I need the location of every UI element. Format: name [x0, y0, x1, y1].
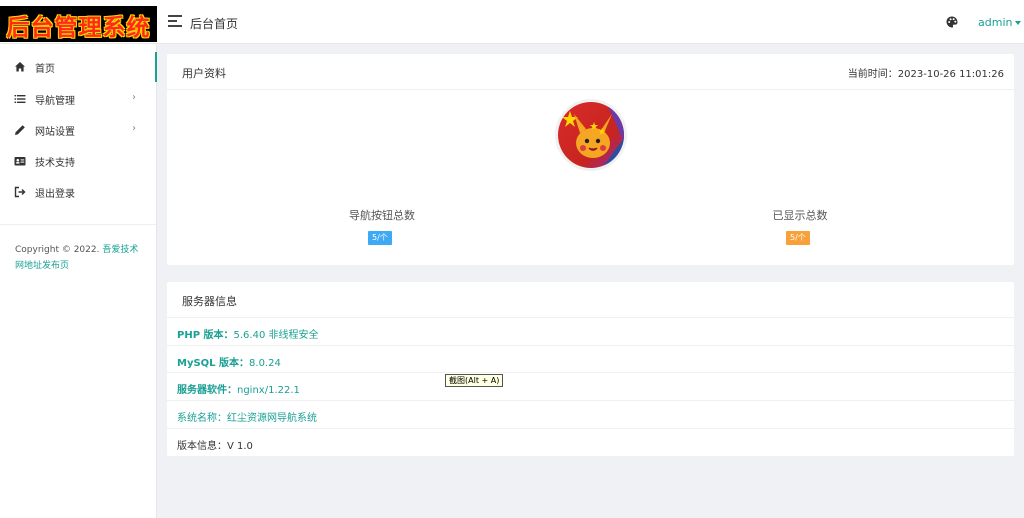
sidebar-item-site-settings[interactable]: 网站设置 › [0, 115, 157, 145]
sidebar-item-label: 网站设置 [35, 127, 75, 138]
info-text: 版本信息：V 1.0 [177, 437, 253, 452]
card-header: 用户资料 当前时间：2023-10-26 11:01:26 [167, 54, 1014, 90]
menu-toggle-icon[interactable] [168, 15, 182, 27]
sidebar-item-logout[interactable]: 退出登录 [0, 177, 157, 207]
card-header: 服务器信息 [167, 282, 1014, 318]
home-icon [15, 62, 25, 72]
top-bar: 后台管理系统 后台首页 admin [0, 0, 1024, 44]
server-info-card: 服务器信息 PHP 版本：5.6.40 非线程安全 MySQL 版本：8.0.2… [167, 282, 1014, 456]
info-value: 5.6.40 非线程安全 [233, 330, 319, 341]
logo[interactable]: 后台管理系统 [0, 6, 157, 42]
list-icon [14, 95, 26, 103]
user-profile-card: 用户资料 当前时间：2023-10-26 11:01:26 导航按钮总数 5/个… [167, 54, 1014, 265]
info-row-mysql: MySQL 版本：8.0.24 [167, 345, 1014, 373]
sidebar-divider [0, 224, 156, 225]
sidebar-item-home[interactable]: 首页 [0, 52, 157, 82]
pencil-icon [15, 125, 25, 135]
sidebar-item-label: 首页 [35, 64, 55, 75]
stat-displayed-title: 已显示总数 [772, 209, 828, 222]
sidebar-item-label: 退出登录 [35, 189, 75, 200]
chevron-right-icon: › [132, 123, 136, 134]
palette-icon[interactable] [946, 16, 958, 28]
info-text: PHP 版本：5.6.40 非线程安全 [177, 326, 319, 341]
id-card-icon [14, 157, 26, 166]
info-row-server-software: 服务器软件：nginx/1.22.1 [167, 372, 1014, 400]
avatar [555, 99, 627, 171]
info-label: 系统名称： [177, 413, 227, 424]
info-value: nginx/1.22.1 [237, 385, 300, 396]
stat-nav-buttons-badge: 5/个 [368, 231, 392, 245]
logo-text: 后台管理系统 [6, 15, 151, 41]
sidebar-item-label: 技术支持 [35, 158, 75, 169]
current-time: 当前时间：2023-10-26 11:01:26 [847, 69, 1004, 80]
info-label: 版本信息： [177, 441, 227, 452]
copyright: Copyright © 2022. 吾爱技术网地址发布页 [15, 242, 145, 274]
info-label: MySQL 版本： [177, 358, 250, 369]
user-menu[interactable]: admin [978, 16, 1022, 29]
info-row-php: PHP 版本：5.6.40 非线程安全 [167, 317, 1014, 345]
chevron-right-icon: › [132, 92, 136, 103]
stat-displayed-badge: 5/个 [786, 231, 810, 245]
card-title: 服务器信息 [182, 295, 237, 308]
logout-icon [14, 186, 26, 198]
sidebar: 首页 导航管理 › 网站设置 › 技术支持 退出登录 Copyright © 2… [0, 44, 157, 518]
info-value: 红尘资源网导航系统 [227, 413, 317, 424]
info-value: V 1.0 [227, 441, 253, 452]
copyright-text: Copyright © 2022. [15, 245, 100, 255]
info-row-version: 版本信息：V 1.0 [167, 428, 1014, 456]
sidebar-item-nav-management[interactable]: 导航管理 › [0, 84, 157, 114]
caret-down-icon [1015, 21, 1022, 25]
info-row-system-name: 系统名称：红尘资源网导航系统 [167, 400, 1014, 428]
info-label: PHP 版本： [177, 330, 234, 341]
stat-nav-buttons-title: 导航按钮总数 [349, 209, 415, 222]
username: admin [978, 16, 1013, 29]
info-text: MySQL 版本：8.0.24 [177, 354, 281, 369]
screenshot-tooltip: 截图(Alt + A) [445, 374, 504, 387]
sidebar-item-label: 导航管理 [35, 96, 75, 107]
info-text: 系统名称：红尘资源网导航系统 [177, 409, 317, 424]
sidebar-item-tech-support[interactable]: 技术支持 [0, 146, 157, 176]
info-value: 8.0.24 [249, 358, 281, 369]
card-title: 用户资料 [182, 67, 226, 80]
page-title: 后台首页 [190, 17, 239, 31]
info-text: 服务器软件：nginx/1.22.1 [177, 381, 300, 396]
info-label: 服务器软件： [177, 385, 237, 396]
